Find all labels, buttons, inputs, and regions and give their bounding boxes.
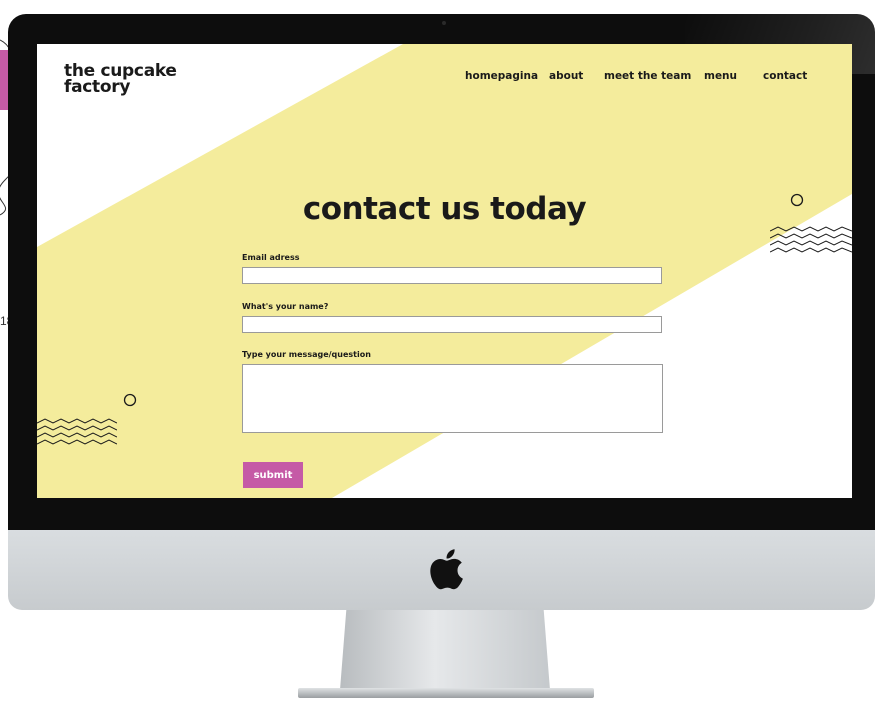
message-field[interactable] bbox=[242, 364, 663, 433]
main-navigation: homepagina about meet the team menu cont… bbox=[37, 70, 852, 86]
nav-item-menu[interactable]: menu bbox=[704, 70, 737, 82]
camera-icon bbox=[442, 21, 446, 25]
zigzag-lines-icon bbox=[37, 418, 117, 445]
monitor-stand-neck bbox=[340, 610, 550, 690]
email-label: Email adress bbox=[242, 253, 300, 262]
nav-item-meet-the-team[interactable]: meet the team bbox=[604, 70, 691, 82]
nav-item-contact[interactable]: contact bbox=[763, 70, 807, 82]
message-label: Type your message/question bbox=[242, 350, 371, 359]
apple-logo-icon bbox=[430, 549, 463, 590]
website-screen: the cupcake factory homepagina about mee… bbox=[37, 44, 852, 498]
page-title: contact us today bbox=[302, 191, 587, 227]
monitor-stand-foot bbox=[298, 688, 594, 698]
circle-outline-icon bbox=[790, 193, 804, 207]
submit-button[interactable]: submit bbox=[243, 462, 303, 488]
nav-item-homepagina[interactable]: homepagina bbox=[465, 70, 538, 82]
name-field[interactable] bbox=[242, 316, 662, 333]
nav-item-about[interactable]: about bbox=[549, 70, 583, 82]
email-field[interactable] bbox=[242, 267, 662, 284]
name-label: What's your name? bbox=[242, 302, 329, 311]
zigzag-lines-icon bbox=[770, 226, 852, 253]
circle-outline-icon bbox=[123, 393, 137, 407]
